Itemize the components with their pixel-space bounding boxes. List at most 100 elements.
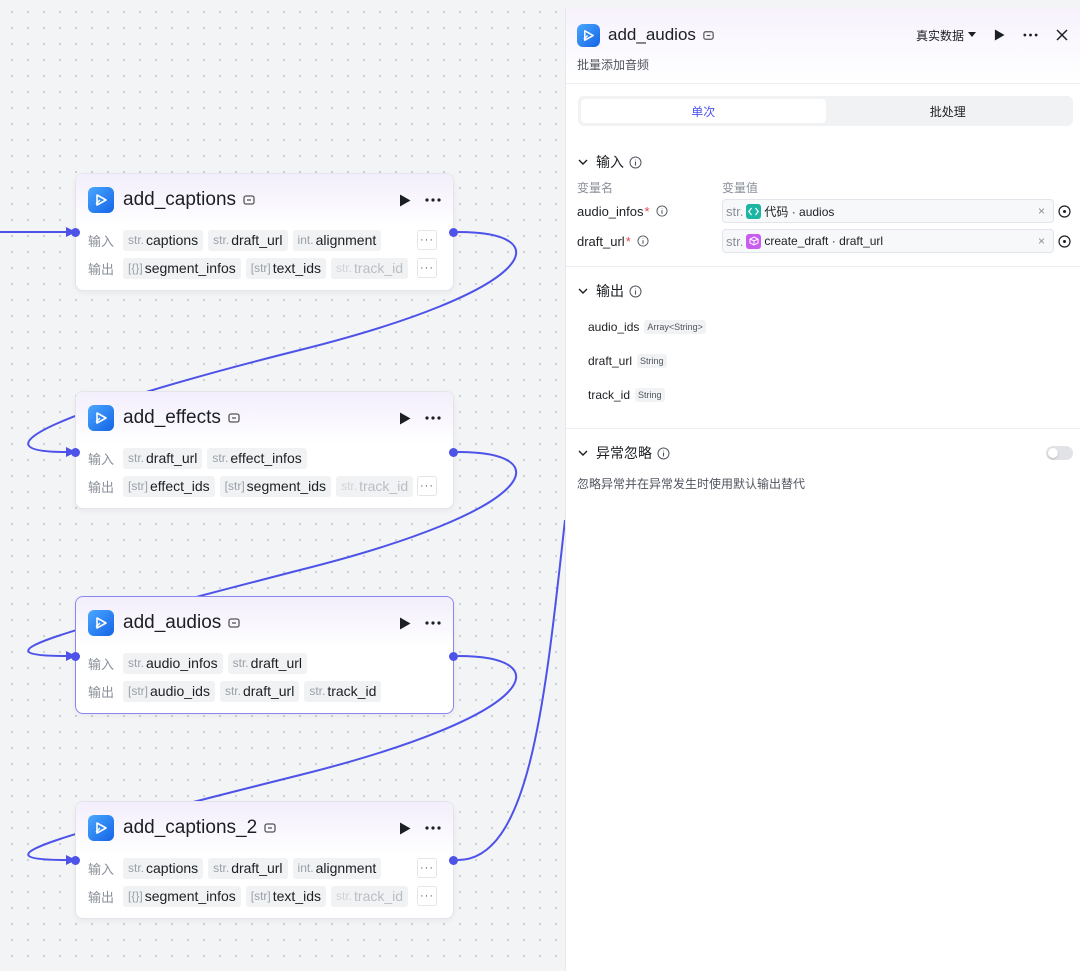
output-param: [{}] segment_infos [123, 885, 241, 907]
variable-target-icon[interactable] [1058, 204, 1071, 218]
chevron-down-icon [578, 288, 588, 294]
node-output-row: 输出 [str] audio_ids str. draft_url str. trac… [76, 677, 453, 705]
node-output-row: 输出 [str] effect_ids [str] segment_ids str.… [76, 472, 453, 500]
more-params-button[interactable]: ··· [417, 258, 437, 278]
run-node-button[interactable] [399, 822, 411, 835]
output-port[interactable] [449, 652, 458, 661]
node-output-row: 输出 [{}] segment_infos [str] text_ids str. t… [76, 882, 453, 910]
input-param: int. alignment [292, 857, 382, 879]
plugin-logo-icon [88, 187, 114, 213]
output-label: 输出 [88, 261, 115, 277]
output-param: [str] text_ids [245, 257, 326, 279]
info-icon [656, 205, 668, 217]
info-icon [629, 156, 642, 168]
param-value-reference[interactable]: str. 代码 · audios × [722, 199, 1054, 223]
param-name: draft_url * [577, 234, 722, 249]
output-port[interactable] [449, 856, 458, 865]
node-title: add_captions [123, 189, 237, 210]
panel-header: add_audios 真实数据 批量添加音频 [566, 8, 1080, 84]
caret-down-icon [968, 32, 976, 37]
plugin-logo-icon [88, 405, 114, 431]
input-param: str. effect_infos [207, 447, 307, 469]
input-label: 输入 [88, 656, 115, 672]
input-label: 输入 [88, 451, 115, 467]
type-badge: String [635, 388, 665, 402]
column-header-name: 变量名 [577, 180, 614, 195]
error-ignore-toggle[interactable] [1046, 446, 1073, 460]
tab-single[interactable]: 单次 [581, 99, 826, 123]
data-mode-select[interactable]: 真实数据 [916, 27, 976, 44]
input-param: int. alignment [292, 229, 382, 251]
node-title: add_audios [123, 612, 222, 633]
run-node-button[interactable] [994, 29, 1005, 41]
input-port[interactable] [71, 228, 80, 237]
tab-batch[interactable]: 批处理 [826, 99, 1071, 123]
clear-reference-button[interactable]: × [1038, 234, 1045, 248]
output-param: str. track_id [331, 257, 409, 279]
node-add-effects[interactable]: add_effects 输入 str. draft_url str. effect_… [71, 391, 458, 509]
input-param: str. audio_infos [123, 652, 223, 674]
node-input-row: 输入 str. captions str. draft_url int. alignm… [76, 854, 453, 882]
info-icon [657, 447, 670, 459]
plugin-logo-icon [577, 23, 600, 47]
run-node-button[interactable] [399, 412, 411, 425]
plugin-badge-icon [228, 413, 240, 423]
panel-title: add_audios [608, 25, 696, 44]
error-ignore-section: 异常忽略 忽略异常并在异常发生时使用默认输出替代 [566, 429, 1080, 492]
error-section-header[interactable]: 异常忽略 [566, 441, 1080, 465]
input-label: 输入 [88, 233, 115, 249]
output-item: audio_ids Array<String> [566, 310, 1080, 344]
node-settings-panel: add_audios 真实数据 批量添加音频 单次 批处理 输入 变量名 变量值… [565, 8, 1080, 971]
more-params-button[interactable]: ··· [417, 886, 437, 906]
output-param: [str] effect_ids [123, 475, 215, 497]
node-more-button[interactable] [425, 416, 441, 420]
output-section-header[interactable]: 输出 [566, 279, 1080, 303]
input-param: str. draft_url [227, 652, 308, 674]
input-port[interactable] [71, 448, 80, 457]
plugin-badge-icon [264, 823, 276, 833]
more-params-button[interactable]: ··· [417, 230, 437, 250]
node-title: add_captions_2 [123, 817, 258, 838]
node-add-audios[interactable]: add_audios 输入 str. audio_infos str. draft_… [71, 596, 458, 714]
chevron-down-icon [578, 450, 588, 456]
panel-more-button[interactable] [1023, 33, 1038, 37]
run-node-button[interactable] [399, 194, 411, 207]
more-params-button[interactable]: ··· [417, 476, 437, 496]
input-port[interactable] [71, 652, 80, 661]
input-param: str. captions [123, 857, 204, 879]
column-header-value: 变量值 [722, 180, 759, 195]
node-add-captions-2[interactable]: add_captions_2 输入 str. captions str. draft… [71, 801, 458, 919]
output-label: 输出 [88, 684, 115, 700]
output-item: draft_url String [566, 344, 1080, 378]
output-param: [str] segment_ids [219, 475, 332, 497]
node-input-row: 输入 str. draft_url str. effect_infos [76, 444, 453, 472]
output-param: str. track_id [331, 885, 409, 907]
clear-reference-button[interactable]: × [1038, 204, 1045, 218]
param-name: audio_infos * [577, 204, 722, 219]
output-param: str. track_id [304, 680, 382, 702]
node-add-captions[interactable]: add_captions 输入 str. captions str. draft_u… [71, 173, 458, 291]
node-more-button[interactable] [425, 826, 441, 830]
input-port[interactable] [71, 856, 80, 865]
input-param: str. captions [123, 229, 204, 251]
input-param: str. draft_url [208, 229, 288, 251]
node-title: add_effects [123, 407, 221, 428]
output-port[interactable] [449, 448, 458, 457]
node-header: add_captions [76, 174, 453, 226]
input-param: str. draft_url [123, 447, 203, 469]
input-section-header[interactable]: 输入 [566, 150, 1080, 174]
run-node-button[interactable] [399, 617, 411, 630]
node-more-button[interactable] [425, 198, 441, 202]
param-value-reference[interactable]: str. create_draft · draft_url × [722, 229, 1054, 253]
output-port[interactable] [449, 228, 458, 237]
variable-target-icon[interactable] [1058, 234, 1071, 248]
plugin-logo-icon [88, 610, 114, 636]
cube-icon [746, 233, 762, 249]
more-params-button[interactable]: ··· [417, 858, 437, 878]
node-output-row: 输出 [{}] segment_infos [str] text_ids str. t… [76, 254, 453, 282]
close-icon[interactable] [1056, 29, 1068, 41]
input-param: str. draft_url [208, 857, 288, 879]
node-more-button[interactable] [425, 621, 441, 625]
edge-captions2-to-panel [457, 519, 566, 861]
run-mode-tabs: 单次 批处理 [566, 84, 1080, 126]
